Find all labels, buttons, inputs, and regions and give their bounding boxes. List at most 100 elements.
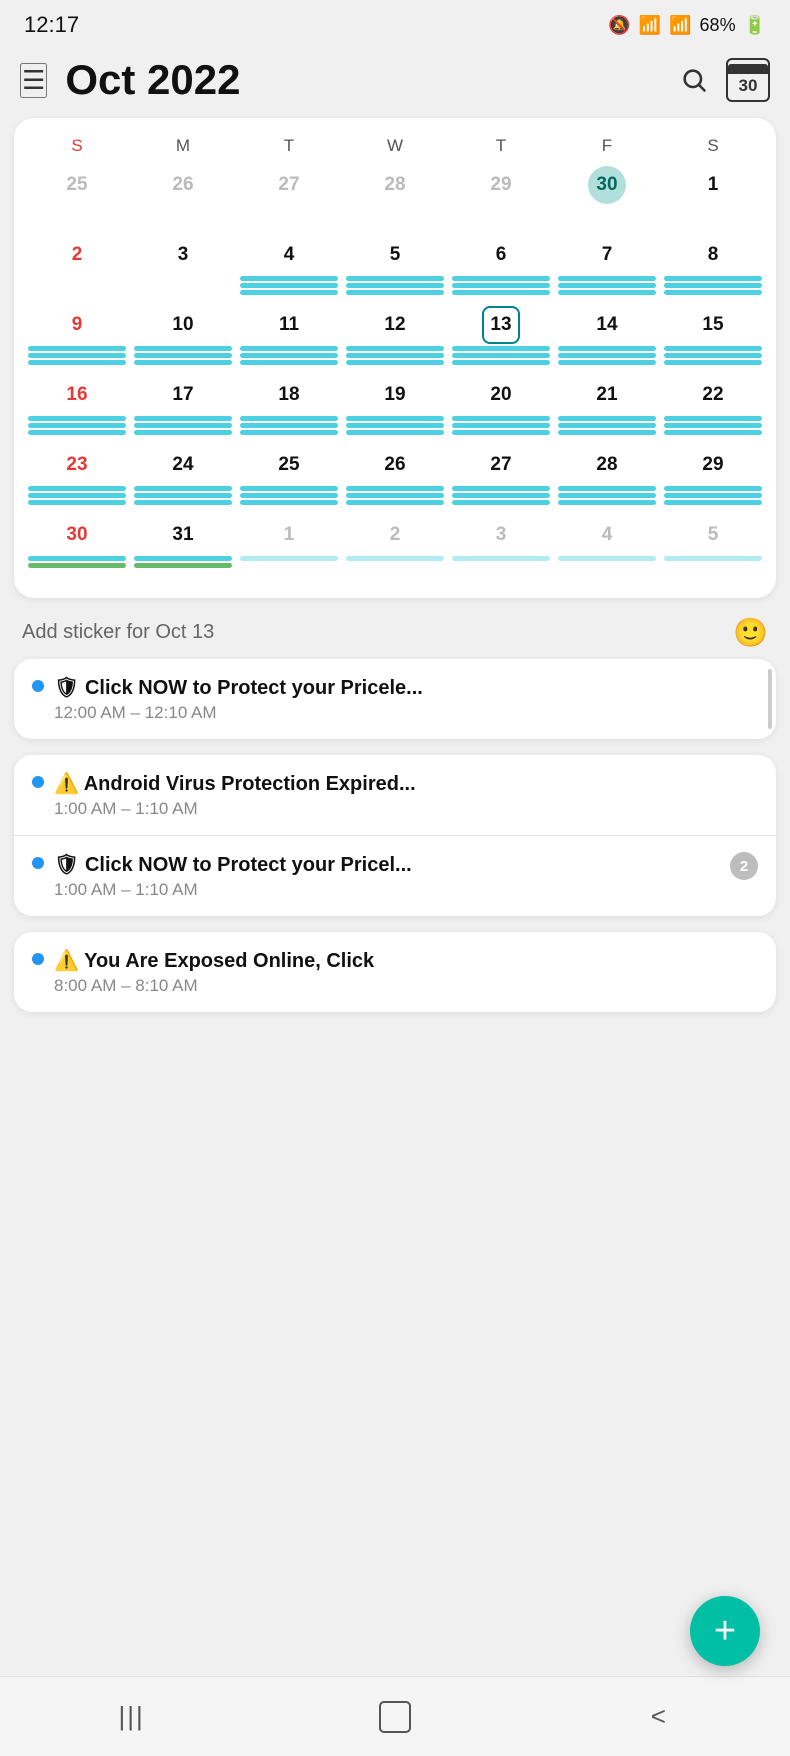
battery-level: 68% — [700, 15, 736, 36]
day-header-sun: S — [24, 132, 130, 160]
cal-cell-oct6[interactable]: 6 — [448, 234, 554, 304]
cal-cell-oct18[interactable]: 18 — [236, 374, 342, 444]
cal-cell-oct9[interactable]: 9 — [24, 304, 130, 374]
cal-cell-oct11[interactable]: 11 — [236, 304, 342, 374]
recents-icon: ||| — [119, 1701, 145, 1732]
home-button[interactable] — [365, 1687, 425, 1747]
event-content-1: 🛡 Click NOW to Protect your Pricele... 1… — [54, 675, 758, 723]
calendar-icon: 30 — [726, 58, 770, 102]
wifi-icon: 📶 — [639, 15, 661, 36]
calendar-button[interactable]: 30 — [726, 58, 770, 102]
add-sticker-text: Add sticker for Oct 13 — [22, 621, 214, 644]
cal-cell-sep27[interactable]: 27 — [236, 164, 342, 234]
event-title-2: ⚠️ Android Virus Protection Expired... — [54, 771, 758, 796]
cal-cell-oct20[interactable]: 20 — [448, 374, 554, 444]
cal-cell-oct1[interactable]: 1 — [660, 164, 766, 234]
day-headers: S M T W T F S — [24, 132, 766, 160]
cal-cell-sep28[interactable]: 28 — [342, 164, 448, 234]
day-header-mon: M — [130, 132, 236, 160]
event-dot-3 — [32, 857, 44, 869]
event-dot-4 — [32, 953, 44, 965]
sticker-icon[interactable]: 🙂 — [733, 616, 768, 649]
cal-cell-oct31[interactable]: 31 — [130, 514, 236, 584]
cal-cell-oct24[interactable]: 24 — [130, 444, 236, 514]
event-item-4[interactable]: ⚠️ You Are Exposed Online, Click 8:00 AM… — [14, 932, 776, 1012]
cal-cell-oct30[interactable]: 30 — [24, 514, 130, 584]
cal-cell-oct16[interactable]: 16 — [24, 374, 130, 444]
event-content-2: ⚠️ Android Virus Protection Expired... 1… — [54, 771, 758, 819]
event-card-1: 🛡 Click NOW to Protect your Pricele... 1… — [14, 659, 776, 739]
cal-cell-nov2[interactable]: 2 — [342, 514, 448, 584]
cal-cell-oct23[interactable]: 23 — [24, 444, 130, 514]
cal-cell-oct13[interactable]: 13 — [448, 304, 554, 374]
cal-cell-oct29[interactable]: 29 — [660, 444, 766, 514]
event-dot-2 — [32, 776, 44, 788]
cal-cell-oct8[interactable]: 8 — [660, 234, 766, 304]
calendar-card: S M T W T F S 25 26 27 28 29 30 1 — [14, 118, 776, 598]
cal-cell-oct7[interactable]: 7 — [554, 234, 660, 304]
bottom-nav: ||| < — [0, 1676, 790, 1756]
menu-button[interactable]: ☰ — [20, 63, 47, 98]
event-time-3: 1:00 AM – 1:10 AM — [54, 880, 722, 900]
event-title-1: 🛡 Click NOW to Protect your Pricele... — [54, 675, 758, 700]
cal-cell-nov1[interactable]: 1 — [236, 514, 342, 584]
cal-cell-oct27[interactable]: 27 — [448, 444, 554, 514]
cal-cell-oct15[interactable]: 15 — [660, 304, 766, 374]
add-sticker-row: Add sticker for Oct 13 🙂 — [0, 598, 790, 659]
cal-cell-sep26[interactable]: 26 — [130, 164, 236, 234]
day-header-fri: F — [554, 132, 660, 160]
recents-button[interactable]: ||| — [102, 1687, 162, 1747]
cal-cell-sep30[interactable]: 30 — [554, 164, 660, 234]
event-item-3[interactable]: 🛡 Click NOW to Protect your Pricel... 1:… — [14, 835, 776, 916]
cal-cell-nov4[interactable]: 4 — [554, 514, 660, 584]
event-item-1[interactable]: 🛡 Click NOW to Protect your Pricele... 1… — [14, 659, 776, 739]
cal-cell-oct19[interactable]: 19 — [342, 374, 448, 444]
cal-cell-nov3[interactable]: 3 — [448, 514, 554, 584]
event-title-4: ⚠️ You Are Exposed Online, Click — [54, 948, 758, 973]
day-header-wed: W — [342, 132, 448, 160]
cal-cell-sep29[interactable]: 29 — [448, 164, 554, 234]
status-bar: 12:17 🔕 📶 📶 68% 🔋 — [0, 0, 790, 46]
signal-icon: 📶 — [669, 15, 691, 36]
back-button[interactable]: < — [628, 1687, 688, 1747]
event-content-4: ⚠️ You Are Exposed Online, Click 8:00 AM… — [54, 948, 758, 996]
app-header: ☰ Oct 2022 30 — [0, 46, 790, 118]
search-button[interactable] — [680, 66, 708, 94]
month-title: Oct 2022 — [65, 56, 680, 104]
event-card-2: ⚠️ Android Virus Protection Expired... 1… — [14, 755, 776, 916]
back-icon: < — [651, 1701, 666, 1732]
cal-cell-nov5[interactable]: 5 — [660, 514, 766, 584]
cal-cell-oct22[interactable]: 22 — [660, 374, 766, 444]
cal-cell-oct5[interactable]: 5 — [342, 234, 448, 304]
event-time-1: 12:00 AM – 12:10 AM — [54, 703, 758, 723]
event-time-4: 8:00 AM – 8:10 AM — [54, 976, 758, 996]
cal-cell-oct28[interactable]: 28 — [554, 444, 660, 514]
fab-plus-icon: + — [714, 1612, 736, 1650]
cal-cell-oct4[interactable]: 4 — [236, 234, 342, 304]
cal-cell-oct2[interactable]: 2 — [24, 234, 130, 304]
cal-cell-oct3[interactable]: 3 — [130, 234, 236, 304]
calendar-grid: 25 26 27 28 29 30 1 2 3 4 — [24, 164, 766, 584]
day-header-sat: S — [660, 132, 766, 160]
day-header-tue: T — [236, 132, 342, 160]
status-time: 12:17 — [24, 12, 79, 38]
status-icons: 🔕 📶 📶 68% 🔋 — [608, 15, 766, 36]
event-item-2[interactable]: ⚠️ Android Virus Protection Expired... 1… — [14, 755, 776, 835]
cal-cell-oct14[interactable]: 14 — [554, 304, 660, 374]
event-content-3: 🛡 Click NOW to Protect your Pricel... 1:… — [54, 852, 722, 900]
cal-cell-oct17[interactable]: 17 — [130, 374, 236, 444]
mute-icon: 🔕 — [608, 15, 630, 36]
header-icons: 30 — [680, 58, 770, 102]
add-event-fab[interactable]: + — [690, 1596, 760, 1666]
day-header-thu: T — [448, 132, 554, 160]
event-badge-3: 2 — [730, 852, 758, 880]
event-dot-1 — [32, 680, 44, 692]
cal-cell-oct21[interactable]: 21 — [554, 374, 660, 444]
cal-cell-oct10[interactable]: 10 — [130, 304, 236, 374]
cal-cell-oct12[interactable]: 12 — [342, 304, 448, 374]
event-time-2: 1:00 AM – 1:10 AM — [54, 799, 758, 819]
cal-cell-oct25[interactable]: 25 — [236, 444, 342, 514]
cal-cell-sep25[interactable]: 25 — [24, 164, 130, 234]
event-title-3: 🛡 Click NOW to Protect your Pricel... — [54, 852, 722, 877]
cal-cell-oct26[interactable]: 26 — [342, 444, 448, 514]
